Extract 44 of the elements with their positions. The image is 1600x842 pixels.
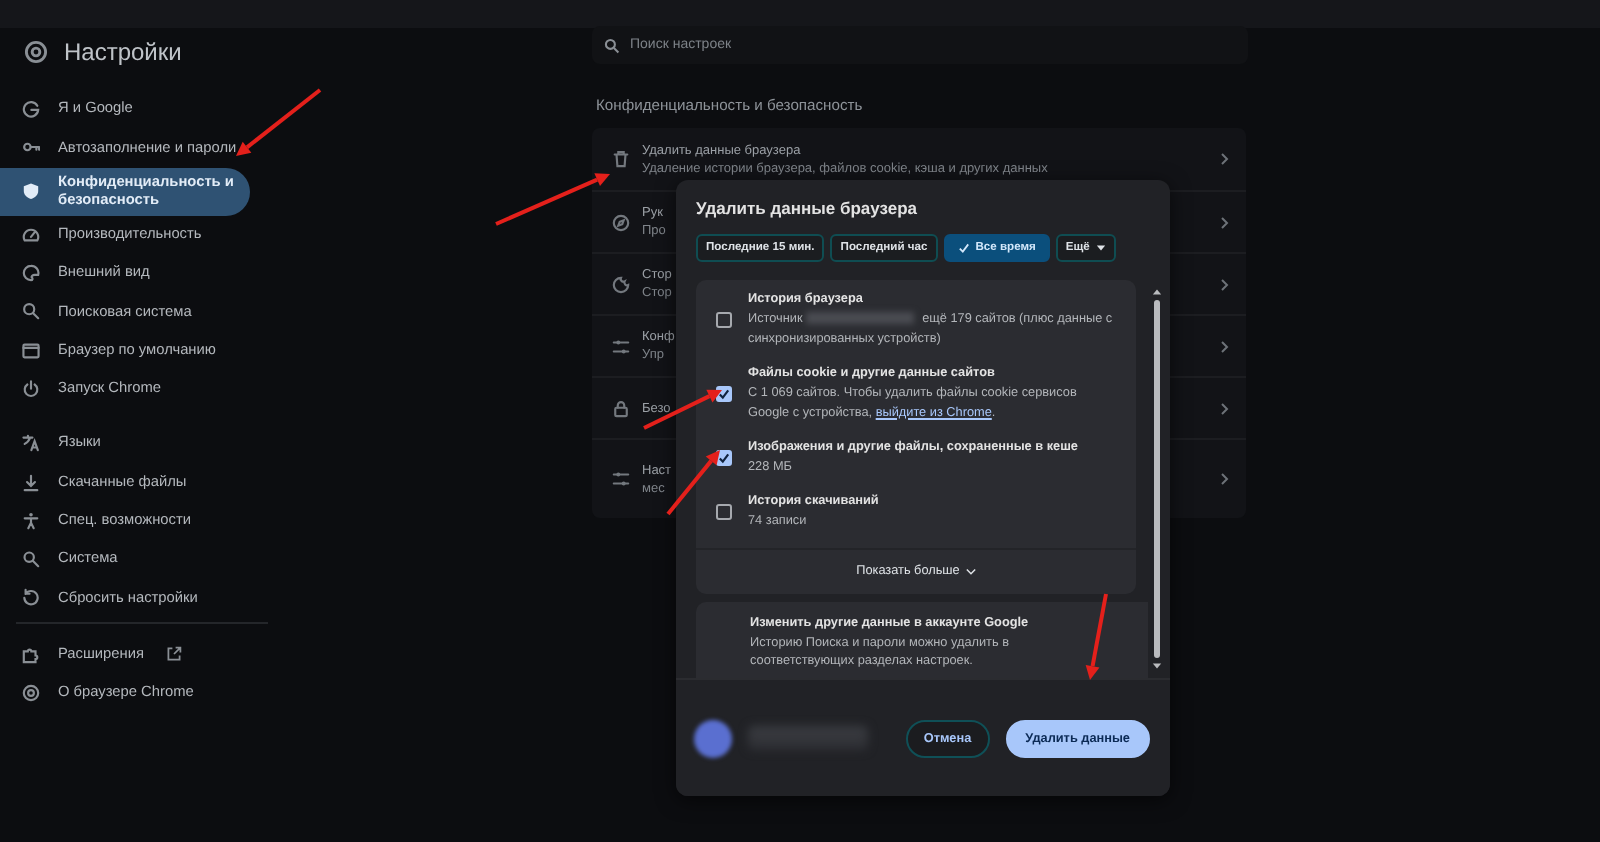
window-icon: [22, 341, 40, 360]
chevron-right-icon: [1220, 339, 1230, 353]
translate-icon: [22, 434, 40, 453]
annotation-arrow: [495, 173, 610, 226]
chevron-right-icon: [1220, 472, 1230, 486]
cookie-icon: [612, 275, 630, 293]
search-icon: [604, 37, 620, 53]
check-icon: [957, 242, 970, 254]
dialog-title: Удалить данные браузера: [696, 198, 920, 218]
chevron-down-icon: [965, 567, 976, 576]
chevron-right-icon: [1220, 277, 1230, 291]
person-icon: [22, 511, 40, 530]
scroll-down-icon[interactable]: [1152, 662, 1162, 670]
sliders-icon: [612, 470, 630, 488]
lock-icon: [612, 399, 630, 417]
gauge-icon: [22, 225, 40, 244]
download-icon: [22, 473, 40, 492]
sliders-icon: [612, 337, 630, 355]
reset-icon: [22, 588, 40, 607]
account-avatar: [694, 719, 732, 757]
external-link-icon: [165, 646, 182, 663]
scroll-up-icon[interactable]: [1152, 288, 1162, 296]
power-icon: [22, 379, 40, 398]
chevron-right-icon: [1220, 152, 1230, 166]
browser-logo-icon: [22, 684, 40, 702]
caret-icon: [1095, 244, 1106, 252]
key-icon: [22, 138, 40, 157]
puzzle-icon: [22, 645, 40, 664]
shield-icon: [22, 182, 40, 201]
annotation-arrow: [236, 88, 322, 156]
compass-icon: [612, 213, 630, 231]
checkbox[interactable]: [716, 312, 732, 329]
scrollbar-thumb[interactable]: [1154, 300, 1160, 658]
annotation-arrow: [1085, 593, 1108, 680]
trash-icon: [612, 150, 630, 168]
annotation-arrow: [643, 389, 722, 430]
page-title: Настройки: [64, 38, 182, 66]
chevron-right-icon: [1220, 401, 1230, 415]
g-logo-icon: [22, 100, 40, 119]
palette-icon: [22, 264, 40, 283]
search-icon: [22, 302, 40, 321]
app-logo-icon: [24, 40, 48, 64]
chevron-right-icon: [1220, 215, 1230, 229]
checkbox[interactable]: [716, 504, 732, 521]
